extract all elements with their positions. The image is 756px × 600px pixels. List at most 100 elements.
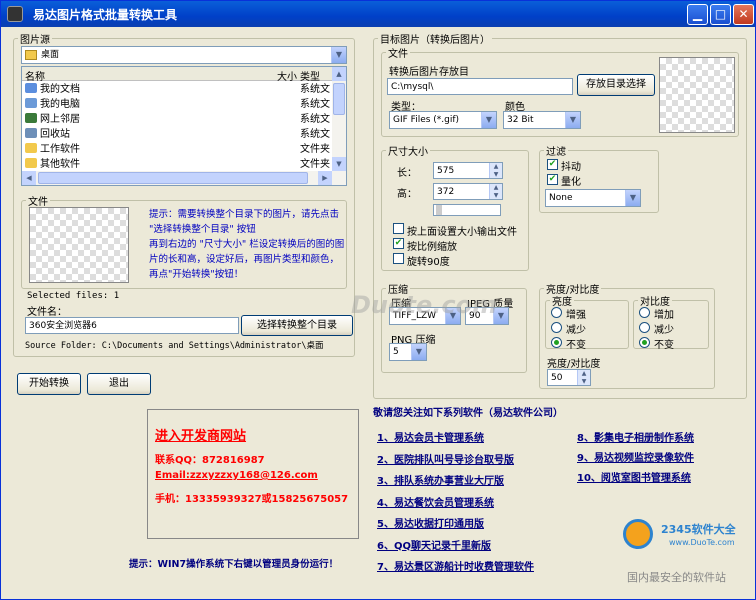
list-vscrollbar[interactable]: ▲ ▼ xyxy=(332,67,346,171)
product-link[interactable]: 7、易达景区游船计时收费管理软件 xyxy=(377,558,534,573)
list-item-name: 工作软件 xyxy=(40,144,80,155)
product-link[interactable]: 6、QQ聊天记录千里新版 xyxy=(377,537,491,552)
level-value: 50 xyxy=(551,373,563,383)
dither-label: 抖动 xyxy=(561,162,581,173)
product-link[interactable]: 5、易达收据打印通用版 xyxy=(377,515,484,530)
quantize-checkbox[interactable]: ✔ xyxy=(547,174,558,185)
col-name[interactable]: 名称 xyxy=(25,68,45,83)
source-legend: 图片源 xyxy=(20,35,50,46)
filename-input[interactable]: 360安全浏览器6 xyxy=(25,317,239,334)
select-dir-button[interactable]: 选择转换整个目录 xyxy=(241,315,353,336)
chevron-down-icon: ▼ xyxy=(331,47,346,63)
slider-thumb[interactable] xyxy=(436,205,442,215)
product-link[interactable]: 1、易达会员卡管理系统 xyxy=(377,429,484,444)
drive-select[interactable]: 桌面 ▼ xyxy=(21,46,347,64)
close-button[interactable]: ✕ xyxy=(733,4,754,25)
brightness-option-label: 增强 xyxy=(566,310,586,321)
list-item[interactable]: 我的电脑 系统文 xyxy=(22,97,332,112)
contrast-radio-1[interactable] xyxy=(639,322,650,333)
contrast-radio-0[interactable] xyxy=(639,307,650,318)
phone-contact: 手机：13335939327或15825675057 xyxy=(155,494,349,505)
brightness-radio-2[interactable] xyxy=(551,337,562,348)
list-item[interactable]: 网上邻居 系统文 xyxy=(22,112,332,127)
contrast-option-label: 不变 xyxy=(654,340,674,351)
footer-watermark: 国内最安全的软件站 xyxy=(627,571,726,584)
target-legend: 目标图片（转换后图片） xyxy=(380,35,490,46)
save-dir-input[interactable]: C:\mysql\ xyxy=(387,78,573,95)
drive-value: 桌面 xyxy=(41,50,60,60)
product-link[interactable]: 8、影集电子相册制作系统 xyxy=(577,429,694,444)
folder-icon xyxy=(25,158,37,168)
contrast-option-label: 增加 xyxy=(654,310,674,321)
list-item[interactable]: 回收站 系统文 xyxy=(22,127,332,142)
hint-text: 提示：需要转换整个目录下的图片，请先点击 "选择转换整个目录" 按钮 再到右边的… xyxy=(149,209,345,280)
list-item-type: 系统文 xyxy=(300,129,330,140)
height-spinner[interactable]: ▲ ▼ xyxy=(489,184,502,199)
badge-url: www.DuoTe.com xyxy=(669,538,735,547)
width-spinner[interactable]: ▲ ▼ xyxy=(489,163,502,178)
list-item-type: 文件夹 xyxy=(300,144,330,155)
width-input[interactable]: 575 ▲ ▼ xyxy=(433,162,503,179)
hscroll-thumb[interactable] xyxy=(38,172,308,184)
size-slider[interactable] xyxy=(433,204,501,216)
chevron-down-icon: ▼ xyxy=(481,112,496,128)
height-input[interactable]: 372 ▲ ▼ xyxy=(433,183,503,200)
list-item[interactable]: 我的文档 系统文 xyxy=(22,82,332,97)
developer-site-link[interactable]: 进入开发商网站 xyxy=(155,425,246,444)
maximize-button[interactable]: □ xyxy=(710,4,731,25)
scroll-right-arrow[interactable]: ▶ xyxy=(318,171,332,185)
col-type[interactable]: 类型 xyxy=(300,68,320,83)
email-contact[interactable]: Email:zzxyzzxy168@126.com xyxy=(155,470,318,481)
target-file-legend: 文件 xyxy=(388,49,408,60)
brightness-radio-0[interactable] xyxy=(551,307,562,318)
opt2-checkbox[interactable]: ✔ xyxy=(393,238,404,249)
opt1-checkbox[interactable] xyxy=(393,223,404,234)
scroll-left-arrow[interactable]: ◀ xyxy=(22,171,36,185)
product-link[interactable]: 4、易达餐饮会员管理系统 xyxy=(377,494,494,509)
source-file-legend: 文件 xyxy=(28,197,48,208)
product-link[interactable]: 10、阅览室图书管理系统 xyxy=(577,469,691,484)
filter-mode-value: None xyxy=(549,193,573,203)
contrast-option-label: 减少 xyxy=(654,325,674,336)
height-label: 高： xyxy=(397,189,417,200)
scroll-down-arrow[interactable]: ▼ xyxy=(332,157,346,171)
admin-tip: 提示：WIN7操作系统下右键以管理员身份运行！ xyxy=(129,559,339,570)
products-heading: 敬请您关注如下系列软件（易达软件公司） xyxy=(373,408,563,419)
list-hscrollbar[interactable]: ◀ ▶ xyxy=(22,171,346,185)
scroll-up-arrow[interactable]: ▲ xyxy=(332,67,346,81)
product-link[interactable]: 2、医院排队叫号导诊台取号版 xyxy=(377,451,514,466)
opt3-label: 旋转90度 xyxy=(407,257,450,268)
type-select[interactable]: GIF Files (*.gif) ▼ xyxy=(389,111,497,129)
minimize-button[interactable]: ▁ xyxy=(687,4,708,25)
start-button[interactable]: 开始转换 xyxy=(17,373,81,395)
type-value: GIF Files (*.gif) xyxy=(393,115,460,125)
exit-button[interactable]: 退出 xyxy=(87,373,151,395)
opt1-label: 按上面设置大小输出文件 xyxy=(407,227,517,238)
qq-contact: 联系QQ：872816987 xyxy=(155,455,265,466)
col-size[interactable]: 大小 xyxy=(277,68,297,83)
system-item-icon xyxy=(25,98,37,108)
file-list[interactable]: 名称 大小 类型 我的文档 系统文 我的电脑 系统文 网上邻居 系统文回收站 系统文工作软件… xyxy=(21,66,347,186)
opt3-checkbox[interactable] xyxy=(393,253,404,264)
save-dir-button[interactable]: 存放目录选择 xyxy=(577,74,655,96)
level-spinner[interactable]: ▲ ▼ xyxy=(577,370,590,385)
source-preview xyxy=(29,207,129,283)
brightness-option-label: 不变 xyxy=(566,340,586,351)
png-select[interactable]: 5 ▼ xyxy=(389,343,427,361)
title-bar[interactable]: 易达图片格式批量转换工具 ▁ □ ✕ xyxy=(1,1,755,27)
level-input[interactable]: 50 ▲ ▼ xyxy=(547,369,591,386)
product-link[interactable]: 3、排队系统办事营业大厅版 xyxy=(377,472,504,487)
list-item-type: 文件夹 xyxy=(300,159,330,170)
list-item[interactable]: 工作软件 文件夹 xyxy=(22,142,332,157)
folder-icon xyxy=(25,143,37,153)
filter-mode-select[interactable]: None ▼ xyxy=(545,189,641,207)
list-item-name: 回收站 xyxy=(40,129,70,140)
dither-checkbox[interactable]: ✔ xyxy=(547,159,558,170)
list-item[interactable]: 其他软件 文件夹 xyxy=(22,157,332,172)
brightness-radio-1[interactable] xyxy=(551,322,562,333)
contrast-radio-2[interactable] xyxy=(639,337,650,348)
scroll-thumb[interactable] xyxy=(333,83,345,115)
color-select[interactable]: 32 Bit ▼ xyxy=(503,111,581,129)
product-link[interactable]: 9、易达视频监控录像软件 xyxy=(577,449,694,464)
system-item-icon xyxy=(25,83,37,93)
